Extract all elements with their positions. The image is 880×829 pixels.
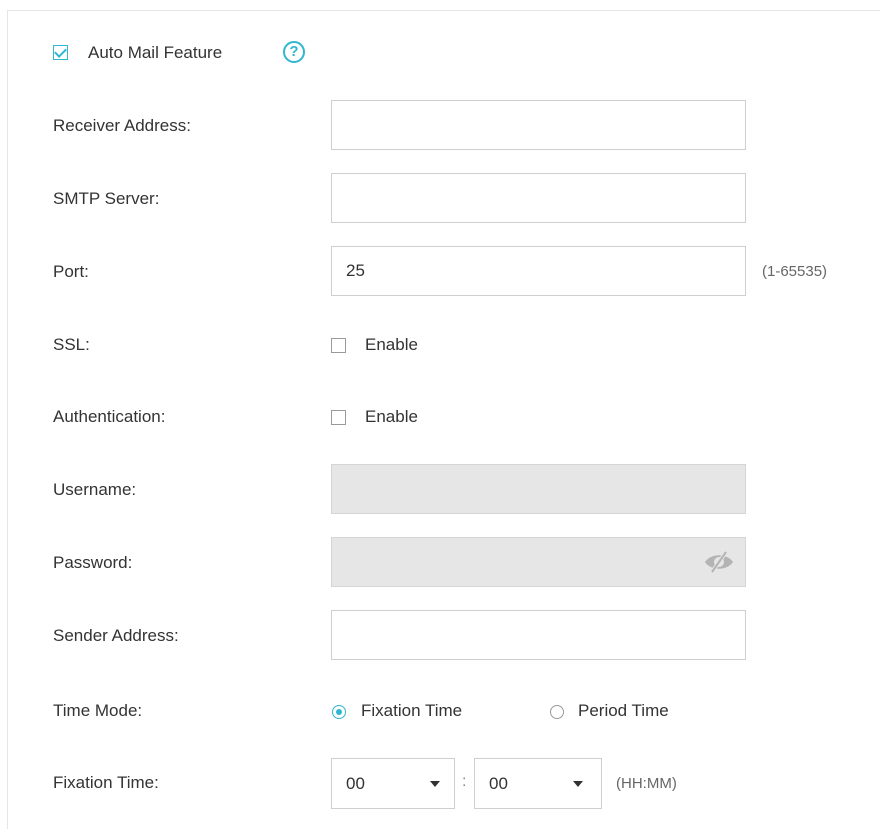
chevron-down-icon (573, 781, 583, 787)
hour-select[interactable]: 00 (331, 758, 455, 809)
hour-value: 00 (346, 774, 365, 793)
smtp-server-label: SMTP Server: (53, 189, 160, 208)
panel-top-border (7, 10, 880, 11)
chevron-down-icon (430, 781, 440, 787)
port-range-hint: (1-65535) (762, 263, 828, 280)
ssl-label: SSL: (53, 335, 90, 354)
time-format-hint: (HH:MM) (616, 775, 677, 792)
smtp-server-input[interactable] (331, 173, 746, 223)
fixation-time-option-label: Fixation Time (361, 701, 463, 720)
panel-left-border (7, 10, 8, 829)
receiver-address-input[interactable] (331, 100, 746, 150)
authentication-enable-checkbox[interactable] (331, 410, 346, 425)
authentication-enable-label: Enable (365, 407, 418, 426)
receiver-address-label: Receiver Address: (53, 116, 191, 135)
question-circle-icon[interactable]: ? (283, 41, 305, 63)
minute-select[interactable]: 00 (474, 758, 602, 809)
sender-address-label: Sender Address: (53, 626, 179, 645)
auto-mail-label: Auto Mail Feature (88, 43, 223, 62)
time-mode-label: Time Mode: (53, 701, 143, 720)
time-separator: : (462, 773, 467, 790)
minute-value: 00 (489, 774, 508, 793)
port-label: Port: (53, 262, 89, 281)
authentication-label: Authentication: (53, 407, 166, 426)
eye-slash-icon[interactable] (702, 550, 736, 574)
password-input[interactable] (331, 537, 746, 587)
ssl-enable-label: Enable (365, 335, 418, 354)
auto-mail-checkbox[interactable] (53, 45, 68, 60)
period-time-radio[interactable] (550, 705, 564, 719)
fixation-time-radio[interactable] (332, 705, 346, 719)
username-label: Username: (53, 480, 137, 499)
period-time-option-label: Period Time (578, 701, 669, 720)
password-label: Password: (53, 553, 133, 572)
username-input[interactable] (331, 464, 746, 514)
fixation-time-label: Fixation Time: (53, 773, 159, 792)
sender-address-input[interactable] (331, 610, 746, 660)
port-input[interactable] (331, 246, 746, 296)
ssl-enable-checkbox[interactable] (331, 338, 346, 353)
